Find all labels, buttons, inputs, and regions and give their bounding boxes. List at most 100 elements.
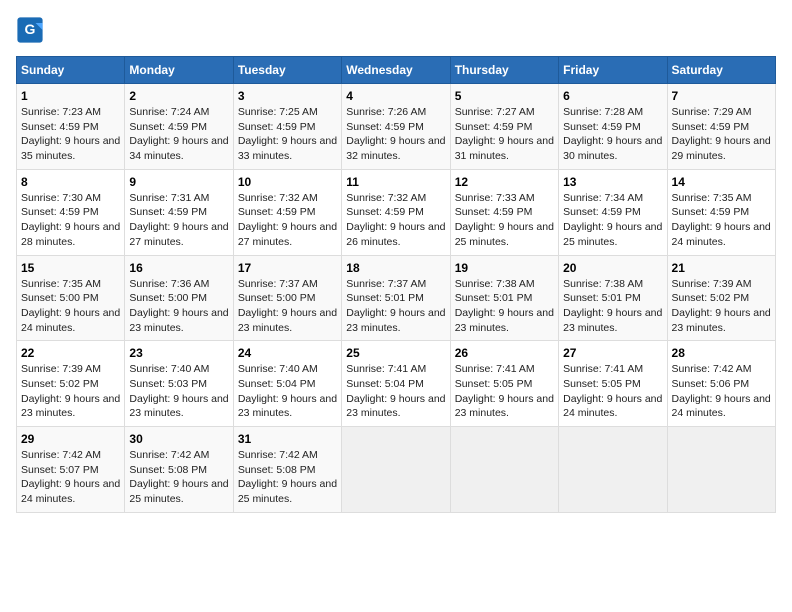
day-number: 7 (672, 89, 771, 103)
weekday-header: Wednesday (342, 57, 450, 84)
calendar-day-cell: 23 Sunrise: 7:40 AMSunset: 5:03 PMDaylig… (125, 341, 233, 427)
day-info: Sunrise: 7:27 AMSunset: 4:59 PMDaylight:… (455, 106, 554, 162)
day-info: Sunrise: 7:41 AMSunset: 5:05 PMDaylight:… (455, 363, 554, 419)
day-number: 14 (672, 175, 771, 189)
day-info: Sunrise: 7:35 AMSunset: 4:59 PMDaylight:… (672, 192, 771, 248)
day-info: Sunrise: 7:39 AMSunset: 5:02 PMDaylight:… (21, 363, 120, 419)
calendar-day-cell: 9 Sunrise: 7:31 AMSunset: 4:59 PMDayligh… (125, 169, 233, 255)
day-info: Sunrise: 7:38 AMSunset: 5:01 PMDaylight:… (563, 278, 662, 334)
day-number: 1 (21, 89, 120, 103)
calendar-day-cell: 11 Sunrise: 7:32 AMSunset: 4:59 PMDaylig… (342, 169, 450, 255)
day-info: Sunrise: 7:35 AMSunset: 5:00 PMDaylight:… (21, 278, 120, 334)
day-number: 26 (455, 346, 554, 360)
day-number: 17 (238, 261, 337, 275)
day-info: Sunrise: 7:32 AMSunset: 4:59 PMDaylight:… (346, 192, 445, 248)
calendar-day-cell: 20 Sunrise: 7:38 AMSunset: 5:01 PMDaylig… (559, 255, 667, 341)
weekday-header: Friday (559, 57, 667, 84)
calendar-day-cell: 29 Sunrise: 7:42 AMSunset: 5:07 PMDaylig… (17, 427, 125, 513)
calendar-day-cell: 21 Sunrise: 7:39 AMSunset: 5:02 PMDaylig… (667, 255, 775, 341)
svg-text:G: G (25, 21, 36, 37)
day-info: Sunrise: 7:36 AMSunset: 5:00 PMDaylight:… (129, 278, 228, 334)
day-number: 4 (346, 89, 445, 103)
calendar-day-cell: 19 Sunrise: 7:38 AMSunset: 5:01 PMDaylig… (450, 255, 558, 341)
day-number: 30 (129, 432, 228, 446)
day-info: Sunrise: 7:29 AMSunset: 4:59 PMDaylight:… (672, 106, 771, 162)
day-number: 23 (129, 346, 228, 360)
calendar-day-cell: 7 Sunrise: 7:29 AMSunset: 4:59 PMDayligh… (667, 84, 775, 170)
day-number: 22 (21, 346, 120, 360)
day-number: 31 (238, 432, 337, 446)
weekday-header: Monday (125, 57, 233, 84)
calendar-day-cell (559, 427, 667, 513)
calendar-day-cell: 4 Sunrise: 7:26 AMSunset: 4:59 PMDayligh… (342, 84, 450, 170)
day-info: Sunrise: 7:40 AMSunset: 5:04 PMDaylight:… (238, 363, 337, 419)
day-number: 6 (563, 89, 662, 103)
calendar-day-cell: 27 Sunrise: 7:41 AMSunset: 5:05 PMDaylig… (559, 341, 667, 427)
day-info: Sunrise: 7:39 AMSunset: 5:02 PMDaylight:… (672, 278, 771, 334)
calendar-table: SundayMondayTuesdayWednesdayThursdayFrid… (16, 56, 776, 513)
day-number: 13 (563, 175, 662, 189)
day-info: Sunrise: 7:26 AMSunset: 4:59 PMDaylight:… (346, 106, 445, 162)
calendar-day-cell: 8 Sunrise: 7:30 AMSunset: 4:59 PMDayligh… (17, 169, 125, 255)
day-info: Sunrise: 7:40 AMSunset: 5:03 PMDaylight:… (129, 363, 228, 419)
calendar-day-cell: 25 Sunrise: 7:41 AMSunset: 5:04 PMDaylig… (342, 341, 450, 427)
calendar-day-cell: 18 Sunrise: 7:37 AMSunset: 5:01 PMDaylig… (342, 255, 450, 341)
calendar-day-cell (450, 427, 558, 513)
weekday-header: Thursday (450, 57, 558, 84)
day-number: 29 (21, 432, 120, 446)
day-info: Sunrise: 7:37 AMSunset: 5:01 PMDaylight:… (346, 278, 445, 334)
header: G (16, 16, 776, 44)
day-number: 16 (129, 261, 228, 275)
weekday-header: Sunday (17, 57, 125, 84)
day-number: 9 (129, 175, 228, 189)
calendar-day-cell: 3 Sunrise: 7:25 AMSunset: 4:59 PMDayligh… (233, 84, 341, 170)
calendar-day-cell: 1 Sunrise: 7:23 AMSunset: 4:59 PMDayligh… (17, 84, 125, 170)
day-info: Sunrise: 7:30 AMSunset: 4:59 PMDaylight:… (21, 192, 120, 248)
calendar-week-row: 8 Sunrise: 7:30 AMSunset: 4:59 PMDayligh… (17, 169, 776, 255)
day-info: Sunrise: 7:24 AMSunset: 4:59 PMDaylight:… (129, 106, 228, 162)
day-number: 12 (455, 175, 554, 189)
day-info: Sunrise: 7:42 AMSunset: 5:07 PMDaylight:… (21, 449, 120, 505)
day-info: Sunrise: 7:32 AMSunset: 4:59 PMDaylight:… (238, 192, 337, 248)
day-number: 10 (238, 175, 337, 189)
day-info: Sunrise: 7:33 AMSunset: 4:59 PMDaylight:… (455, 192, 554, 248)
calendar-day-cell: 6 Sunrise: 7:28 AMSunset: 4:59 PMDayligh… (559, 84, 667, 170)
calendar-day-cell (667, 427, 775, 513)
logo-icon: G (16, 16, 44, 44)
day-info: Sunrise: 7:42 AMSunset: 5:08 PMDaylight:… (238, 449, 337, 505)
calendar-day-cell: 22 Sunrise: 7:39 AMSunset: 5:02 PMDaylig… (17, 341, 125, 427)
calendar-day-cell: 28 Sunrise: 7:42 AMSunset: 5:06 PMDaylig… (667, 341, 775, 427)
calendar-day-cell: 15 Sunrise: 7:35 AMSunset: 5:00 PMDaylig… (17, 255, 125, 341)
day-number: 19 (455, 261, 554, 275)
day-info: Sunrise: 7:31 AMSunset: 4:59 PMDaylight:… (129, 192, 228, 248)
day-number: 2 (129, 89, 228, 103)
day-number: 5 (455, 89, 554, 103)
calendar-day-cell: 2 Sunrise: 7:24 AMSunset: 4:59 PMDayligh… (125, 84, 233, 170)
day-info: Sunrise: 7:42 AMSunset: 5:08 PMDaylight:… (129, 449, 228, 505)
day-info: Sunrise: 7:23 AMSunset: 4:59 PMDaylight:… (21, 106, 120, 162)
calendar-day-cell: 5 Sunrise: 7:27 AMSunset: 4:59 PMDayligh… (450, 84, 558, 170)
day-info: Sunrise: 7:41 AMSunset: 5:04 PMDaylight:… (346, 363, 445, 419)
calendar-day-cell: 24 Sunrise: 7:40 AMSunset: 5:04 PMDaylig… (233, 341, 341, 427)
day-number: 28 (672, 346, 771, 360)
day-number: 11 (346, 175, 445, 189)
day-number: 3 (238, 89, 337, 103)
day-number: 20 (563, 261, 662, 275)
calendar-day-cell (342, 427, 450, 513)
day-info: Sunrise: 7:34 AMSunset: 4:59 PMDaylight:… (563, 192, 662, 248)
day-info: Sunrise: 7:37 AMSunset: 5:00 PMDaylight:… (238, 278, 337, 334)
day-number: 8 (21, 175, 120, 189)
calendar-header: SundayMondayTuesdayWednesdayThursdayFrid… (17, 57, 776, 84)
day-number: 27 (563, 346, 662, 360)
weekday-header: Saturday (667, 57, 775, 84)
day-info: Sunrise: 7:42 AMSunset: 5:06 PMDaylight:… (672, 363, 771, 419)
day-number: 15 (21, 261, 120, 275)
calendar-day-cell: 16 Sunrise: 7:36 AMSunset: 5:00 PMDaylig… (125, 255, 233, 341)
calendar-day-cell: 26 Sunrise: 7:41 AMSunset: 5:05 PMDaylig… (450, 341, 558, 427)
day-info: Sunrise: 7:41 AMSunset: 5:05 PMDaylight:… (563, 363, 662, 419)
calendar-day-cell: 30 Sunrise: 7:42 AMSunset: 5:08 PMDaylig… (125, 427, 233, 513)
day-number: 18 (346, 261, 445, 275)
calendar-day-cell: 13 Sunrise: 7:34 AMSunset: 4:59 PMDaylig… (559, 169, 667, 255)
day-number: 21 (672, 261, 771, 275)
day-info: Sunrise: 7:38 AMSunset: 5:01 PMDaylight:… (455, 278, 554, 334)
